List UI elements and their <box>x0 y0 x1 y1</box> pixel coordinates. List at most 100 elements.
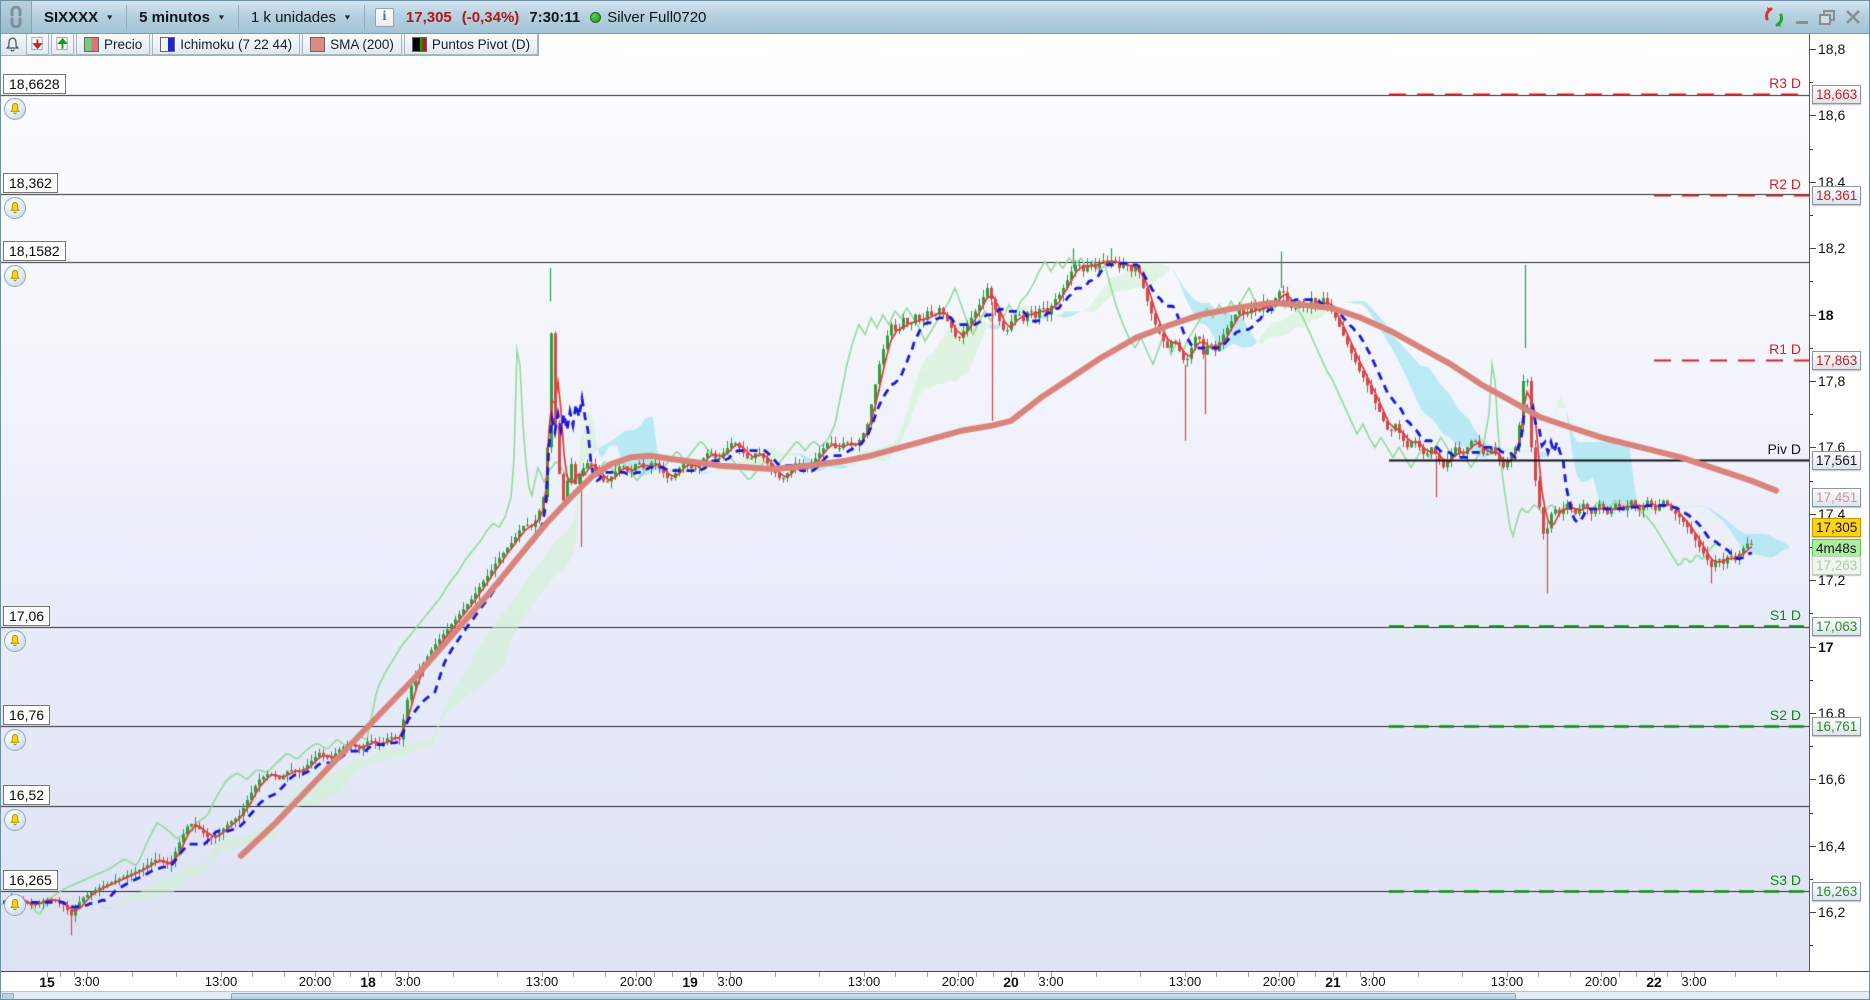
alarm-price-label[interactable]: 18,6628 <box>3 73 66 94</box>
sell-arrow-button[interactable] <box>26 34 49 55</box>
units-dropdown[interactable]: 1 k unidades ▼ <box>239 1 364 33</box>
time-axis-tick <box>87 972 88 977</box>
time-axis-tick <box>381 972 382 977</box>
timeframe-label: 5 minutos <box>139 8 210 26</box>
pivot-level-label: S2 D <box>1769 706 1801 723</box>
legend-ichimoku[interactable]: Ichimoku (7 22 44) <box>152 34 301 55</box>
price-axis-minor-tick <box>1810 746 1813 748</box>
price-axis-minor-tick <box>1810 945 1813 947</box>
time-axis-tick <box>221 972 222 977</box>
prorealtime-window: SIXXXX ▼ 5 minutos ▼ 1 k unidades ▼ i 17… <box>0 0 1870 1000</box>
time-axis-tick <box>284 972 285 977</box>
time-axis-tick <box>958 972 959 977</box>
alarm-price-label[interactable]: 16,76 <box>3 705 51 726</box>
legend-label: SMA (200) <box>330 36 394 52</box>
alarm-bell-icon[interactable] <box>4 97 26 120</box>
timeframe-dropdown[interactable]: 5 minutos ▼ <box>127 1 238 33</box>
time-axis-tick <box>895 972 896 977</box>
price-axis-tick <box>1810 49 1816 50</box>
time-axis-tick <box>819 972 820 977</box>
price-axis-tick <box>1810 646 1816 648</box>
price-badge: 17,063 <box>1812 616 1862 636</box>
link-icon[interactable] <box>1 1 32 33</box>
time-axis-tick <box>1051 972 1052 977</box>
price-change: (-0,34%) <box>461 8 520 26</box>
refresh-icon[interactable] <box>1762 5 1786 29</box>
buy-arrow-button[interactable] <box>51 34 74 55</box>
time-axis-tick <box>993 972 994 977</box>
time-axis-tick <box>1538 972 1539 977</box>
price-tick-label: 18,6 <box>1818 107 1846 124</box>
time-axis-tick <box>350 972 351 977</box>
instrument-dropdown[interactable]: SIXXXX ▼ <box>32 1 126 33</box>
price-axis-tick <box>1810 314 1816 316</box>
alarm-bell-icon[interactable] <box>4 629 26 652</box>
price-tick-label: 18 <box>1818 306 1834 323</box>
legend-puntos-pivot[interactable]: Puntos Pivot (D) <box>403 34 539 55</box>
time-axis-tick <box>690 972 691 977</box>
alarm-bell-icon[interactable] <box>4 265 26 288</box>
time-axis-tick <box>60 972 61 977</box>
time-axis-tick <box>1636 972 1637 977</box>
price-badge: 17,451 <box>1812 487 1862 507</box>
time-axis-tick <box>252 972 253 977</box>
price-axis-tick <box>1810 115 1816 117</box>
time-axis-tick <box>1279 972 1280 977</box>
alarm-bell-icon[interactable] <box>4 893 26 916</box>
time-axis-tick <box>1462 972 1463 977</box>
alarm-price-label[interactable]: 16,52 <box>3 784 51 805</box>
alarm-price-label[interactable]: 17,06 <box>3 605 51 626</box>
price-tick-label: 18,2 <box>1818 240 1846 257</box>
indicator-toolbar: Precio Ichimoku (7 22 44) SMA (200) Punt… <box>1 34 540 56</box>
alerts-bell-button[interactable] <box>1 34 24 55</box>
chevron-down-icon: ▼ <box>342 13 352 21</box>
time-axis-tick <box>1570 972 1571 977</box>
restore-button[interactable] <box>1819 9 1836 25</box>
time-axis-tick <box>605 972 606 977</box>
close-icon[interactable] <box>1845 9 1861 25</box>
price-axis-minor-tick <box>1810 414 1813 416</box>
scrollbar-left-box[interactable] <box>2 993 14 999</box>
time-axis-tick <box>1248 972 1249 977</box>
price-tick-label: 17 <box>1818 638 1834 655</box>
price-axis-tick <box>1810 845 1816 847</box>
horizontal-scrollbar[interactable] <box>1 991 1869 999</box>
pivot-level-label: R1 D <box>1769 341 1801 358</box>
price-axis-tick <box>1810 381 1816 382</box>
time-axis-tick <box>1346 972 1347 977</box>
time-axis-tick <box>1507 972 1508 977</box>
feed-name: Silver Full0720 <box>607 8 707 26</box>
time-axis-tick <box>672 972 673 977</box>
scrollbar-thumb[interactable] <box>231 993 1516 999</box>
time-axis-tick <box>1654 972 1655 977</box>
minimize-button[interactable] <box>1795 10 1810 25</box>
time-axis-tick <box>1315 972 1316 977</box>
price-chart-canvas[interactable] <box>1 34 1809 971</box>
price-axis-tick <box>1810 912 1816 914</box>
price-axis-minor-tick <box>1810 148 1813 150</box>
price-axis[interactable]: 18,8 18,6 18,4 18,2 18 17,8 17,6 17,4 17,2 17 16,8… <box>1809 34 1869 991</box>
legend-sma[interactable]: SMA (200) <box>302 34 402 55</box>
time-axis-tick <box>1619 972 1620 977</box>
info-button[interactable]: i <box>374 7 394 27</box>
alarm-price-label[interactable]: 18,362 <box>3 173 58 194</box>
time-axis-tick <box>1735 972 1736 977</box>
legend-precio[interactable]: Precio <box>76 34 151 55</box>
time-axis-tick <box>976 972 977 977</box>
alarm-bell-icon[interactable] <box>4 808 26 831</box>
price-axis-minor-tick <box>1810 679 1813 681</box>
sma-swatch-icon <box>310 36 326 52</box>
legend-label: Ichimoku (7 22 44) <box>180 36 293 52</box>
alarm-price-label[interactable]: 16,265 <box>3 869 58 890</box>
time-axis-tick <box>1140 972 1141 977</box>
last-price: 17,305 <box>405 8 452 26</box>
price-axis-tick <box>1810 580 1816 582</box>
time-axis-tick <box>1601 972 1602 977</box>
time-axis-tick <box>1667 972 1668 977</box>
alarm-price-label[interactable]: 18,1582 <box>3 241 66 262</box>
time-axis-tick <box>132 972 133 977</box>
price-badge: 16,761 <box>1812 716 1862 736</box>
pivot-level-label: R3 D <box>1769 75 1801 92</box>
price-badge: 17,863 <box>1812 351 1862 371</box>
time-axis[interactable]: 15 3:00 13:00 20:00 18 3:00 13:00 20:00 19 3:00 13… <box>1 971 1869 991</box>
